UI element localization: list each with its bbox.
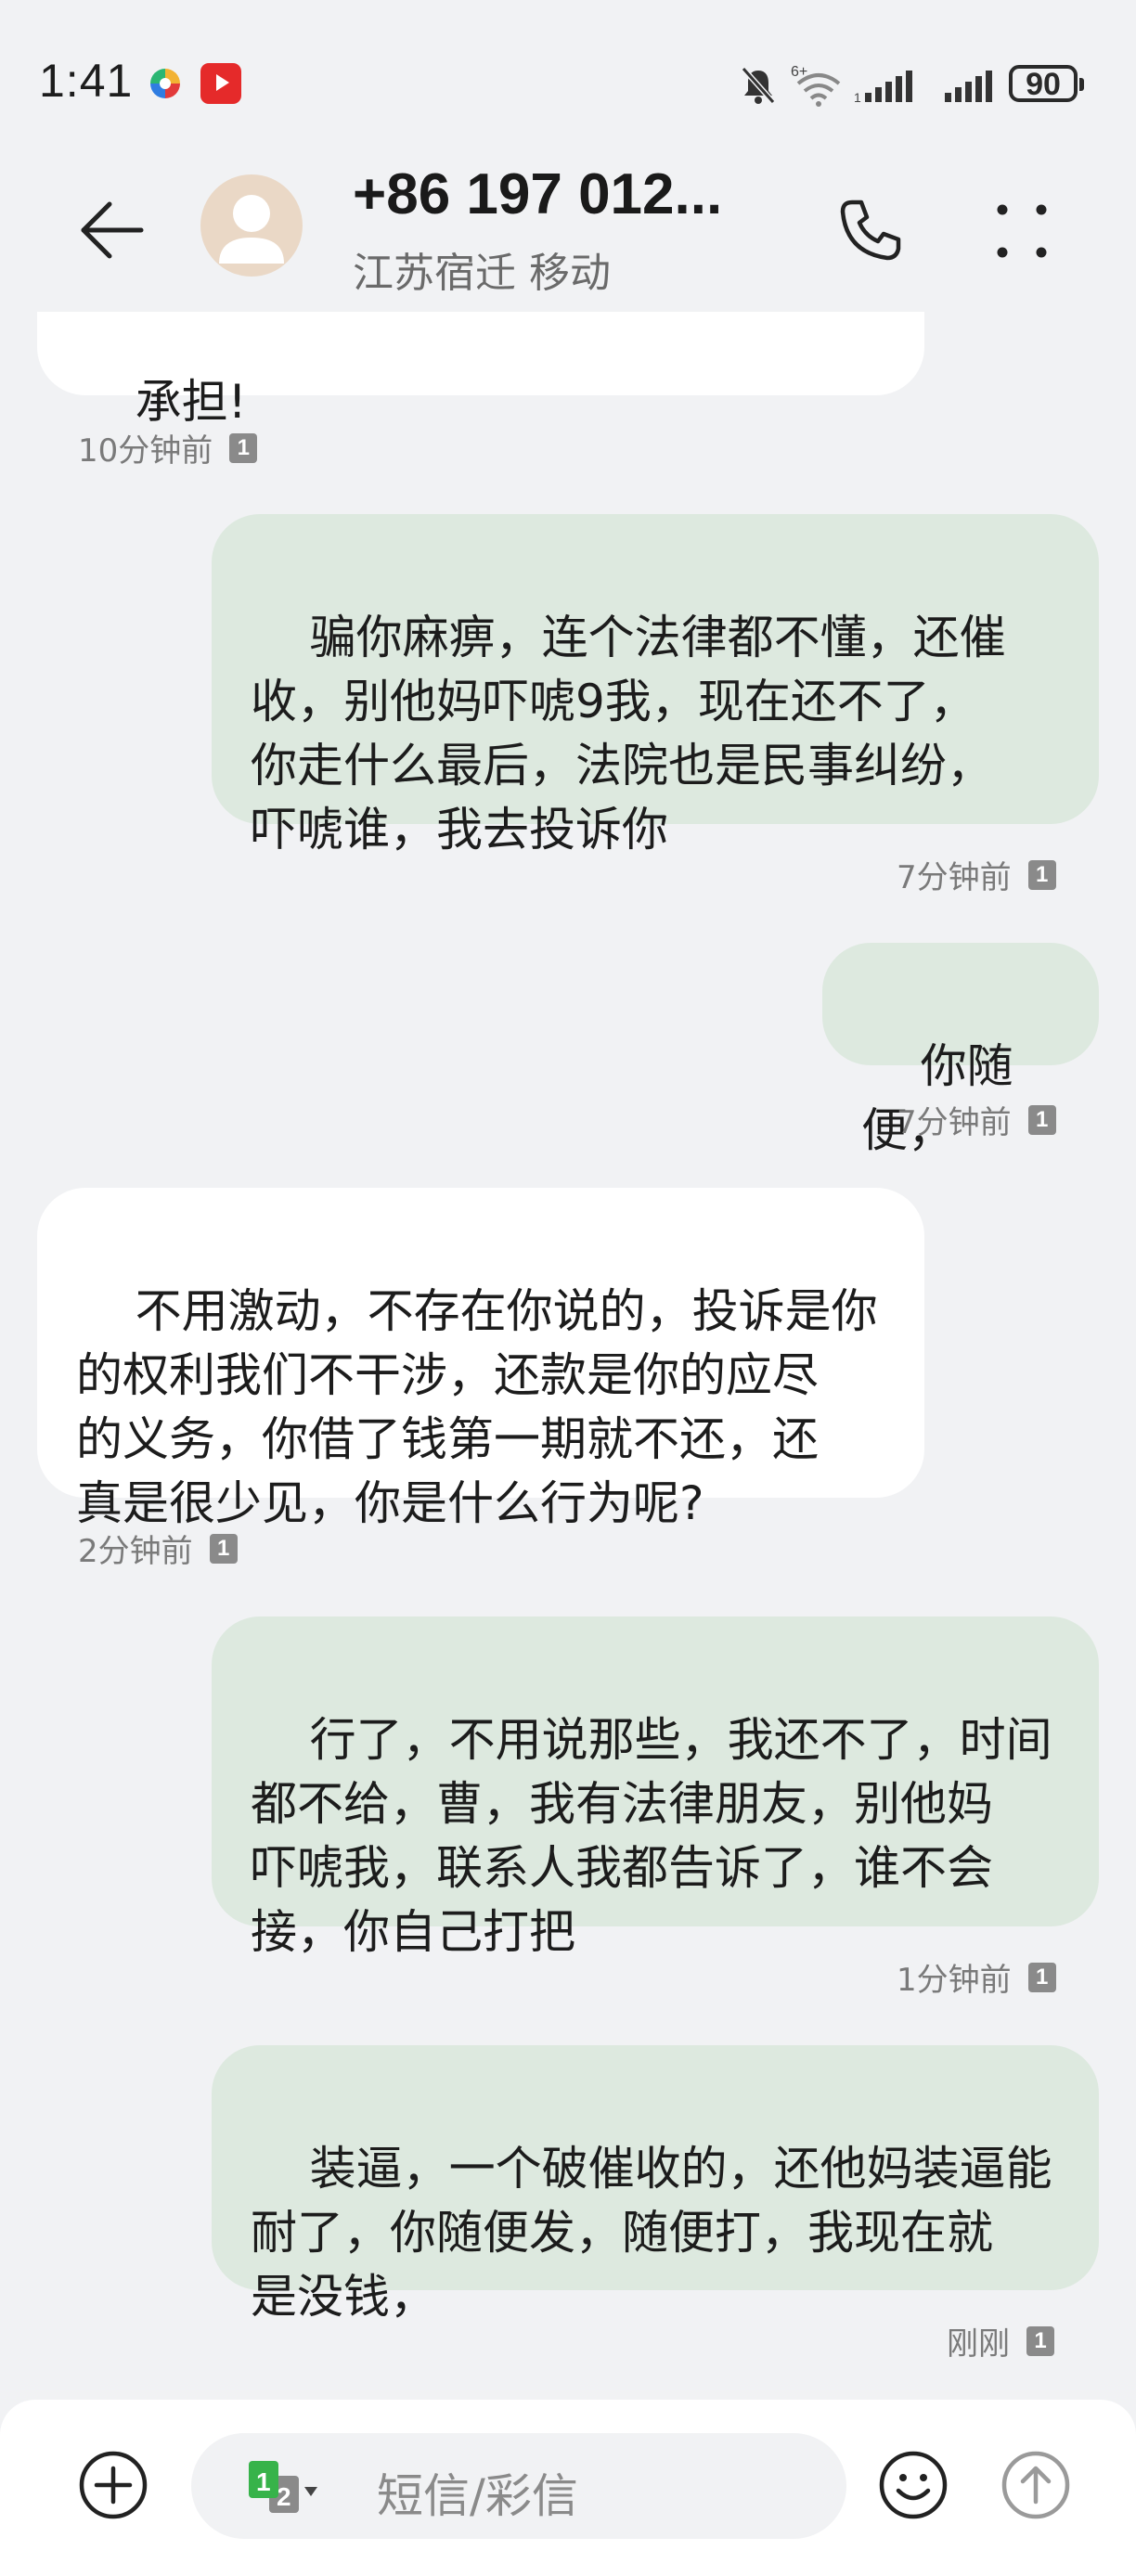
svg-text:1: 1 [854, 90, 861, 105]
sim-card-icon: 1 [1027, 859, 1056, 890]
battery-level: 90 [1026, 67, 1061, 102]
send-icon[interactable] [999, 2448, 1073, 2522]
sim-card-icon: 1 [1026, 2325, 1054, 2356]
message-time: 7分钟前 [897, 859, 1012, 896]
conversation-header: +86 197 012... 江苏宿迁 移动 [0, 158, 1136, 312]
colorful-app-icon [150, 69, 180, 98]
message-text: 行了，不用说那些，我还不了，时间 都不给，曹，我有法律朋友，别他妈 吓唬我，联系… [251, 1713, 1052, 1959]
message-meta: 10分钟前 1 [78, 425, 258, 470]
message-text: 不用激动，不存在你说的，投诉是你 的权利我们不干涉，还款是你的应尽 的义务，你借… [76, 1284, 878, 1530]
sim-selector-icon[interactable]: 2 1 [243, 2459, 319, 2518]
message-bubble-incoming[interactable]: 承担! [37, 312, 924, 429]
message-bubble-outgoing[interactable]: 骗你麻痹，连个法律都不懂，还催 收，别他妈吓唬9我，现在还不了， 你走什么最后，… [212, 514, 1099, 857]
message-bubble-outgoing[interactable]: 你随便， [822, 943, 1099, 1157]
wifi-6-icon: 6+ [791, 64, 841, 107]
sim-card-icon: 1 [1027, 1104, 1056, 1135]
bell-muted-icon [741, 67, 776, 104]
message-text: 装逼，一个破催收的，还他妈装逼能 耐了，你随便发，随便打，我现在就 是没钱， [251, 2142, 1052, 2324]
message-meta: 刚刚 1 [947, 2318, 1054, 2363]
message-bubble-outgoing[interactable]: 行了，不用说那些，我还不了，时间 都不给，曹，我有法律朋友，别他妈 吓唬我，联系… [212, 1616, 1099, 1959]
message-text: 骗你麻痹，连个法律都不懂，还催 收，别他妈吓唬9我，现在还不了， 你走什么最后，… [251, 611, 1006, 857]
message-meta: 7分钟前 1 [897, 852, 1056, 897]
sim-card-icon: 1 [209, 1533, 238, 1564]
contact-location-carrier: 江苏宿迁 移动 [353, 250, 611, 297]
composer-bar: 2 1 短信/彩信 [0, 2400, 1136, 2576]
signal-icon: 1 [854, 71, 912, 105]
phone-icon[interactable] [835, 195, 906, 265]
video-app-icon [200, 63, 241, 104]
status-time: 1:41 [39, 55, 134, 107]
battery-icon: 90 [1009, 65, 1084, 102]
svg-text:2: 2 [277, 2482, 291, 2511]
message-meta: 2分钟前 1 [78, 1526, 238, 1571]
message-list: 承担! 10分钟前 1 骗你麻痹，连个法律都不懂，还催 收，别他妈吓唬9我，现在… [0, 312, 1136, 2400]
svg-text:1: 1 [256, 2467, 271, 2496]
message-meta: 7分钟前 1 [897, 1097, 1056, 1142]
contact-name[interactable]: +86 197 012... [353, 161, 722, 227]
sim-card-icon: 1 [1027, 1962, 1056, 1992]
message-bubble-incoming[interactable]: 不用激动，不存在你说的，投诉是你 的权利我们不干涉，还款是你的应尽 的义务，你借… [37, 1188, 924, 1530]
add-attachment-icon[interactable] [76, 2448, 150, 2522]
message-input-placeholder: 短信/彩信 [377, 2469, 578, 2523]
back-arrow-icon[interactable] [76, 195, 147, 265]
message-input[interactable]: 2 1 短信/彩信 [191, 2433, 846, 2539]
signal-icon [945, 71, 992, 102]
message-time: 10分钟前 [78, 432, 213, 470]
message-text: 承担! [135, 375, 247, 429]
more-icon[interactable] [989, 197, 1054, 265]
emoji-icon[interactable] [876, 2448, 950, 2522]
message-time: 2分钟前 [78, 1533, 193, 1570]
message-time: 1分钟前 [897, 1962, 1012, 1999]
status-bar: 1:41 6+ 1 90 [0, 0, 1136, 158]
message-bubble-outgoing[interactable]: 装逼，一个破催收的，还他妈装逼能 耐了，你随便发，随便打，我现在就 是没钱， [212, 2045, 1099, 2324]
message-time: 刚刚 [947, 2325, 1010, 2363]
message-meta: 1分钟前 1 [897, 1954, 1056, 2000]
message-time: 7分钟前 [897, 1104, 1012, 1141]
avatar[interactable] [200, 174, 303, 277]
sim-card-icon: 1 [229, 432, 258, 463]
